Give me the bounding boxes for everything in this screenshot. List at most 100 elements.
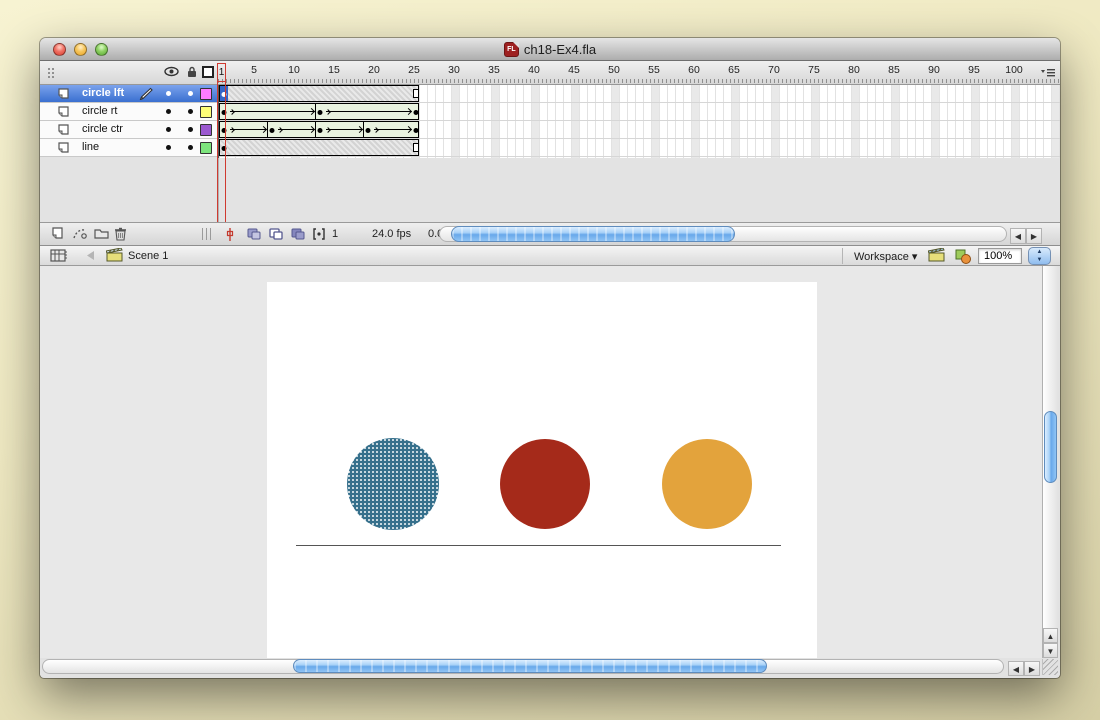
layer-lock-dot[interactable] bbox=[188, 145, 193, 150]
layer-row-circle-rt[interactable]: circle rt bbox=[40, 103, 218, 121]
keyframe-dot[interactable] bbox=[414, 128, 419, 133]
timeline-header: 5101520253035404550556065707580859095100 bbox=[40, 61, 1060, 85]
timeline-scroll-right-button[interactable]: ▶ bbox=[1026, 228, 1042, 244]
scroll-left-button[interactable]: ◀ bbox=[1008, 661, 1024, 676]
ruler-label: 100 bbox=[1005, 64, 1023, 76]
tween-arrow-head bbox=[356, 126, 363, 133]
layer-row-line[interactable]: line bbox=[40, 139, 218, 157]
zoom-stepper[interactable]: ▲▼ bbox=[1028, 247, 1051, 265]
ruler-label: 5 bbox=[251, 64, 257, 76]
window-title: ch18-Ex4.fla bbox=[524, 42, 596, 57]
end-frame-marker[interactable] bbox=[413, 143, 419, 152]
timeline-scroll-left-button[interactable]: ◀ bbox=[1010, 228, 1026, 244]
back-arrow-icon[interactable] bbox=[84, 250, 96, 261]
edit-bar-separator bbox=[842, 248, 843, 264]
layer-page-icon bbox=[55, 124, 69, 136]
static-frame-span[interactable] bbox=[219, 139, 419, 156]
lock-all-layers-icon[interactable] bbox=[186, 66, 198, 78]
scroll-up-button[interactable]: ▲ bbox=[1043, 628, 1058, 643]
workspace-dropdown[interactable]: Workspace ▾ bbox=[854, 250, 917, 263]
scroll-down-button[interactable]: ▼ bbox=[1043, 643, 1058, 658]
panel-splitter-grip[interactable] bbox=[202, 228, 211, 240]
tween-arrow-head bbox=[260, 126, 267, 133]
frame-row-line[interactable] bbox=[219, 139, 1060, 157]
layer-visibility-dot[interactable] bbox=[166, 127, 171, 132]
ruler-label: 30 bbox=[448, 64, 460, 76]
pasteboard[interactable] bbox=[40, 266, 1042, 658]
circle-left[interactable] bbox=[347, 438, 439, 530]
scene-icon bbox=[106, 248, 124, 263]
tween-arrow bbox=[372, 122, 411, 137]
layer-outline-color-swatch[interactable] bbox=[200, 142, 212, 154]
fla-document-icon: FL bbox=[504, 42, 519, 57]
ruler-label: 45 bbox=[568, 64, 580, 76]
modify-onion-markers-button[interactable] bbox=[312, 227, 326, 241]
edit-scene-button[interactable] bbox=[928, 248, 946, 263]
tween-arrow bbox=[276, 122, 314, 137]
edit-bar: Scene 1 Workspace ▾ ▲▼ bbox=[40, 246, 1060, 266]
tween-frame-span[interactable] bbox=[219, 121, 419, 138]
timeline-ruler[interactable]: 5101520253035404550556065707580859095100 bbox=[218, 63, 1060, 77]
center-frame-button[interactable] bbox=[226, 227, 234, 242]
insert-layer-folder-button[interactable] bbox=[94, 227, 109, 239]
keyframe-dot[interactable] bbox=[270, 128, 275, 133]
delete-layer-button[interactable] bbox=[114, 227, 127, 241]
insert-layer-button[interactable] bbox=[50, 227, 64, 240]
layer-visibility-dot[interactable] bbox=[166, 109, 171, 114]
edit-symbols-button[interactable] bbox=[954, 248, 972, 264]
current-frame-value: 1 bbox=[332, 228, 338, 240]
layer-outline-color-swatch[interactable] bbox=[200, 124, 212, 136]
keyframe-dot[interactable] bbox=[366, 128, 371, 133]
titlebar[interactable]: FL ch18-Ex4.fla bbox=[40, 38, 1060, 61]
layer-visibility-dot[interactable] bbox=[166, 91, 171, 96]
tween-arrow-head bbox=[405, 108, 412, 115]
layer-row-circle-ctr[interactable]: circle ctr bbox=[40, 121, 218, 139]
layer-lock-dot[interactable] bbox=[188, 127, 193, 132]
scroll-right-button[interactable]: ▶ bbox=[1024, 661, 1040, 676]
layer-outline-color-swatch[interactable] bbox=[200, 88, 212, 100]
frame-row-circle-rt[interactable] bbox=[219, 103, 1060, 121]
end-frame-marker[interactable] bbox=[413, 89, 419, 98]
layer-lock-dot[interactable] bbox=[188, 91, 193, 96]
show-hide-all-layers-icon[interactable] bbox=[164, 66, 179, 77]
circle-right[interactable] bbox=[662, 439, 752, 529]
playhead[interactable]: 1 bbox=[217, 63, 226, 222]
horizontal-line[interactable] bbox=[296, 545, 781, 546]
layer-visibility-dot[interactable] bbox=[166, 145, 171, 150]
ruler-label: 80 bbox=[848, 64, 860, 76]
zoom-level-input[interactable] bbox=[978, 248, 1022, 264]
panel-menu-icon[interactable] bbox=[1040, 68, 1056, 78]
outline-all-layers-icon[interactable] bbox=[202, 66, 214, 78]
frame-rate-value[interactable]: 24.0 fps bbox=[372, 228, 411, 240]
horizontal-scrollbar[interactable] bbox=[42, 659, 1004, 674]
stage-canvas[interactable] bbox=[267, 282, 817, 658]
static-frame-span[interactable] bbox=[219, 85, 419, 102]
keyframe-dot[interactable] bbox=[318, 128, 323, 133]
add-motion-guide-button[interactable] bbox=[72, 227, 88, 240]
window-resize-grip[interactable] bbox=[1042, 659, 1058, 675]
panel-drag-grip[interactable] bbox=[47, 67, 55, 79]
layer-row-circle-lft[interactable]: circle lft bbox=[40, 85, 218, 103]
horizontal-scrollbar-thumb[interactable] bbox=[293, 659, 767, 673]
layer-lock-dot[interactable] bbox=[188, 109, 193, 114]
frame-row-circle-lft[interactable] bbox=[219, 85, 1060, 103]
layer-name: line bbox=[82, 141, 99, 153]
circle-center[interactable] bbox=[500, 439, 590, 529]
layer-outline-color-swatch[interactable] bbox=[200, 106, 212, 118]
onion-skin-outlines-button[interactable] bbox=[268, 227, 284, 241]
timeline-horizontal-scrollbar[interactable] bbox=[439, 226, 1007, 242]
frame-row-circle-ctr[interactable] bbox=[219, 121, 1060, 139]
vertical-scrollbar[interactable]: ▲ ▼ bbox=[1042, 266, 1058, 658]
edit-multiple-frames-button[interactable] bbox=[290, 227, 306, 241]
frames-grid[interactable] bbox=[218, 85, 1060, 158]
keyframe-dot[interactable] bbox=[414, 110, 419, 115]
layer-page-icon bbox=[55, 106, 69, 118]
keyframe-dot[interactable] bbox=[318, 110, 323, 115]
timeline-scrollbar-thumb[interactable] bbox=[451, 226, 735, 242]
ruler-label: 15 bbox=[328, 64, 340, 76]
onion-skin-button[interactable] bbox=[246, 227, 262, 241]
ruler-label: 25 bbox=[408, 64, 420, 76]
tween-frame-span[interactable] bbox=[219, 103, 419, 120]
timeline-toggle-icon[interactable] bbox=[50, 248, 68, 263]
vertical-scrollbar-thumb[interactable] bbox=[1044, 411, 1057, 483]
